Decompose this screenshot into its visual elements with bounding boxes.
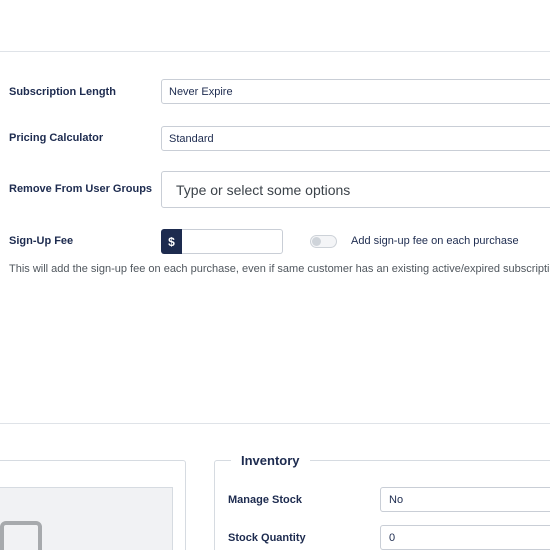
remove-user-groups-input[interactable]: Type or select some options	[161, 171, 550, 208]
pricing-calculator-label: Pricing Calculator	[9, 132, 104, 144]
signup-fee-help-text: This will add the sign-up fee on each pu…	[9, 263, 550, 275]
manage-stock-label: Manage Stock	[228, 494, 302, 506]
stock-quantity-input[interactable]: 0	[380, 525, 550, 550]
signup-fee-toggle-label: Add sign-up fee on each purchase	[351, 235, 519, 247]
subscription-length-label: Subscription Length	[9, 86, 116, 98]
signup-fee-each-purchase-toggle[interactable]	[310, 235, 337, 248]
image-icon	[0, 521, 42, 550]
toggle-knob	[312, 237, 321, 246]
subscription-length-select[interactable]: Never Expire	[161, 79, 550, 104]
remove-user-groups-label: Remove From User Groups	[9, 183, 153, 195]
section-divider	[0, 423, 550, 424]
stock-quantity-label: Stock Quantity	[228, 532, 306, 544]
signup-fee-label: Sign-Up Fee	[9, 235, 74, 247]
top-divider	[0, 51, 550, 52]
currency-addon: $	[161, 229, 182, 254]
product-settings-page: Subscription Length Never Expire Pricing…	[0, 0, 550, 550]
inventory-legend: Inventory	[231, 453, 310, 468]
manage-stock-select[interactable]: No	[380, 487, 550, 512]
pricing-calculator-select[interactable]: Standard	[161, 126, 550, 151]
signup-fee-input[interactable]	[182, 229, 283, 254]
